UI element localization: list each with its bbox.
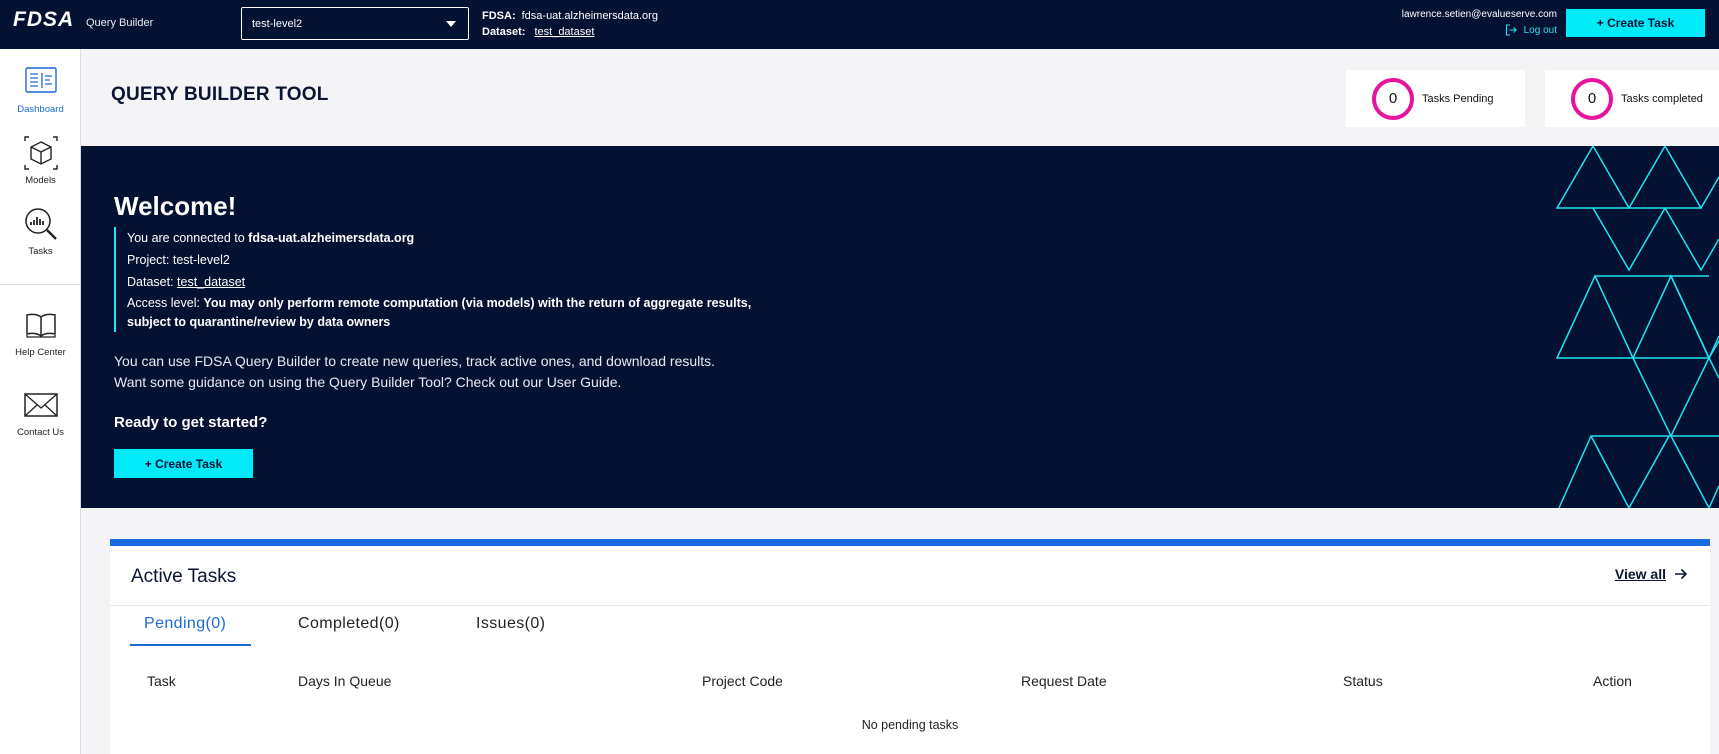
connected-prefix: You are connected to xyxy=(127,231,249,245)
intro-text: You can use FDSA Query Builder to create… xyxy=(114,351,715,393)
dataset-label: Dataset: xyxy=(482,26,526,38)
card-divider xyxy=(110,605,1710,606)
pending-label: Tasks Pending xyxy=(1422,92,1494,105)
access-prefix: Access level: xyxy=(127,296,204,310)
sidebar-item-label: Models xyxy=(25,175,56,186)
sidebar-divider xyxy=(0,284,80,285)
welcome-banner: Welcome! You are connected to fdsa-uat.a… xyxy=(81,146,1719,508)
column-header-task: Task xyxy=(147,673,176,689)
create-task-button[interactable]: + Create Task xyxy=(1566,9,1705,37)
dashboard-icon xyxy=(24,67,57,93)
logout-button[interactable]: Log out xyxy=(1505,24,1557,36)
triangle-pattern-decoration xyxy=(1555,146,1719,508)
column-header-action: Action xyxy=(1593,673,1632,689)
column-header-request-date: Request Date xyxy=(1021,673,1107,689)
stat-card-completed: 0 Tasks completed xyxy=(1545,70,1719,127)
logout-icon xyxy=(1505,24,1517,36)
dataset-link[interactable]: test_dataset xyxy=(534,26,594,38)
chevron-down-icon xyxy=(446,21,456,27)
sidebar-item-dashboard[interactable]: Dashboard xyxy=(0,64,81,115)
project-line: Project: test-level2 xyxy=(127,253,230,267)
sidebar-item-label: Tasks xyxy=(28,246,53,257)
fdsa-logo[interactable]: FDSA xyxy=(13,8,74,32)
project-select-value: test-level2 xyxy=(252,17,303,30)
magnifier-chart-icon xyxy=(24,208,57,240)
logout-label: Log out xyxy=(1523,24,1557,36)
fdsa-host: fdsa-uat.alzheimersdata.org xyxy=(521,10,658,22)
connection-info: FDSA: fdsa-uat.alzheimersdata.org Dataset… xyxy=(482,8,658,40)
user-email: lawrence.setien@evalueserve.com xyxy=(1401,9,1557,20)
welcome-heading: Welcome! xyxy=(114,191,237,221)
completed-label: Tasks completed xyxy=(1621,92,1703,105)
banner-dataset-link[interactable]: test_dataset xyxy=(177,275,245,289)
fdsa-label: FDSA: xyxy=(482,10,516,22)
ready-heading: Ready to get started? xyxy=(114,414,268,431)
sidebar-item-label: Help Center xyxy=(15,347,66,358)
column-header-status: Status xyxy=(1343,673,1383,689)
view-all-label: View all xyxy=(1614,566,1666,582)
dataset-prefix: Dataset: xyxy=(127,275,178,289)
sidebar-item-contact-us[interactable]: Contact Us xyxy=(0,387,81,438)
top-bar: FDSA Query Builder test-level2 FDSA: fdsa… xyxy=(0,0,1719,49)
pending-count: 0 xyxy=(1372,77,1414,120)
stat-card-pending: 0 Tasks Pending xyxy=(1346,70,1525,127)
tab-completed[interactable]: Completed(0) xyxy=(298,615,400,633)
active-tasks-card: Active Tasks View all Pending(0) Complet… xyxy=(110,539,1710,754)
sidebar: Dashboard Models Tasks Help Center Conta… xyxy=(0,49,81,754)
sidebar-item-tasks[interactable]: Tasks xyxy=(0,206,81,257)
empty-state-message: No pending tasks xyxy=(861,718,959,732)
tab-pending[interactable]: Pending(0) xyxy=(144,615,226,633)
arrow-right-icon xyxy=(1675,568,1688,580)
sidebar-item-label: Contact Us xyxy=(17,427,64,438)
sidebar-item-help-center[interactable]: Help Center xyxy=(0,307,81,358)
page-title: QUERY BUILDER TOOL xyxy=(111,84,329,105)
column-header-project-code: Project Code xyxy=(702,673,783,689)
envelope-icon xyxy=(23,393,58,417)
sidebar-item-label: Dashboard xyxy=(17,104,64,115)
connection-details: You are connected to fdsa-uat.alzheimers… xyxy=(114,227,794,332)
tab-issues[interactable]: Issues(0) xyxy=(476,615,545,633)
intro-line-2: Want some guidance on using the Query Bu… xyxy=(114,374,622,390)
cube-icon xyxy=(23,136,58,170)
banner-create-task-button[interactable]: + Create Task xyxy=(114,449,253,478)
active-tab-indicator xyxy=(130,644,251,646)
sidebar-item-models[interactable]: Models xyxy=(0,135,81,186)
project-select[interactable]: test-level2 xyxy=(241,7,469,40)
book-icon xyxy=(25,313,56,338)
active-tasks-title: Active Tasks xyxy=(131,566,237,587)
access-text: You may only perform remote computation … xyxy=(127,296,752,329)
completed-count: 0 xyxy=(1571,77,1613,120)
app-name: Query Builder xyxy=(86,17,154,29)
connected-host: fdsa-uat.alzheimersdata.org xyxy=(248,231,415,245)
view-all-link[interactable]: View all xyxy=(1615,566,1688,582)
column-header-days-in-queue: Days In Queue xyxy=(298,673,392,689)
intro-line-1: You can use FDSA Query Builder to create… xyxy=(114,353,716,369)
